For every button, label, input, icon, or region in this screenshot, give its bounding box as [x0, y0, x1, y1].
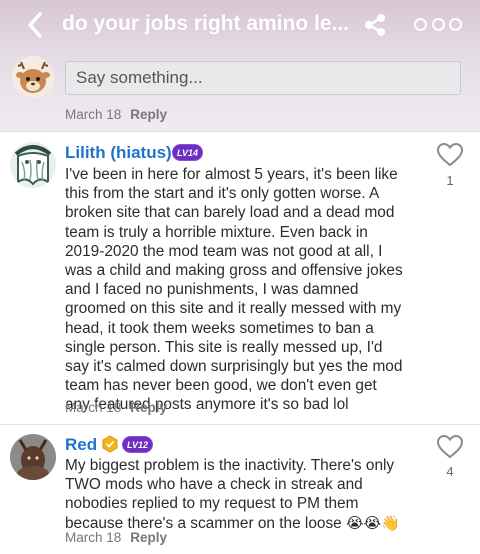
reply-button[interactable]: Reply — [130, 530, 167, 545]
comment-text: My biggest problem is the inactivity. Th… — [65, 456, 403, 533]
deer-avatar-icon — [12, 56, 54, 98]
comment-meta: March 18 Reply — [65, 400, 167, 415]
more-button[interactable] — [414, 12, 462, 36]
character-avatar-icon — [10, 434, 56, 480]
like-count: 1 — [446, 173, 454, 188]
username[interactable]: Red — [65, 435, 97, 455]
level-badge: LV12 — [122, 436, 154, 453]
page-title: do your jobs right amino le... — [62, 12, 350, 35]
user-avatar[interactable] — [12, 56, 54, 98]
more-icon — [431, 17, 445, 31]
comment-input[interactable]: Say something... — [65, 61, 461, 95]
like-button[interactable] — [436, 142, 464, 168]
reply-button[interactable]: Reply — [130, 400, 167, 415]
post-date: March 18 — [65, 107, 122, 122]
top-bar: do your jobs right amino le... — [0, 0, 480, 50]
comment-text-body: My biggest problem is the inactivity. Th… — [65, 457, 395, 532]
share-button[interactable] — [358, 8, 392, 42]
comment-date: March 18 — [65, 400, 122, 415]
comment-emojis: 😭😭👋 — [345, 514, 400, 532]
username[interactable]: Lilith (hiatus) — [65, 143, 172, 163]
level-badge: LV14 — [172, 144, 204, 161]
comment-meta: March 18 Reply — [65, 530, 167, 545]
curator-badge-icon — [102, 435, 118, 453]
composer-meta: March 18 Reply — [65, 107, 167, 122]
reply-button[interactable]: Reply — [130, 107, 167, 122]
ghost-avatar-icon — [10, 142, 56, 188]
comment-input-placeholder: Say something... — [76, 68, 203, 87]
avatar[interactable] — [10, 434, 56, 480]
like-button[interactable] — [436, 434, 464, 460]
comment-date: March 18 — [65, 530, 122, 545]
avatar[interactable] — [10, 142, 56, 188]
more-icon — [414, 17, 427, 31]
chevron-left-icon — [28, 12, 42, 38]
heart-icon — [436, 142, 464, 167]
comment-item: Lilith (hiatus) LV14 I've been in here f… — [0, 133, 480, 425]
back-button[interactable] — [18, 8, 52, 42]
comment-text: I've been in here for almost 5 years, it… — [65, 166, 403, 414]
comment-item: Red LV12 My biggest problem is the inact… — [0, 426, 480, 554]
heart-icon — [436, 434, 464, 459]
share-icon — [365, 14, 385, 36]
post-header: do your jobs right amino le... Say somet… — [0, 0, 480, 132]
more-icon — [449, 17, 462, 31]
like-count: 4 — [446, 464, 454, 479]
